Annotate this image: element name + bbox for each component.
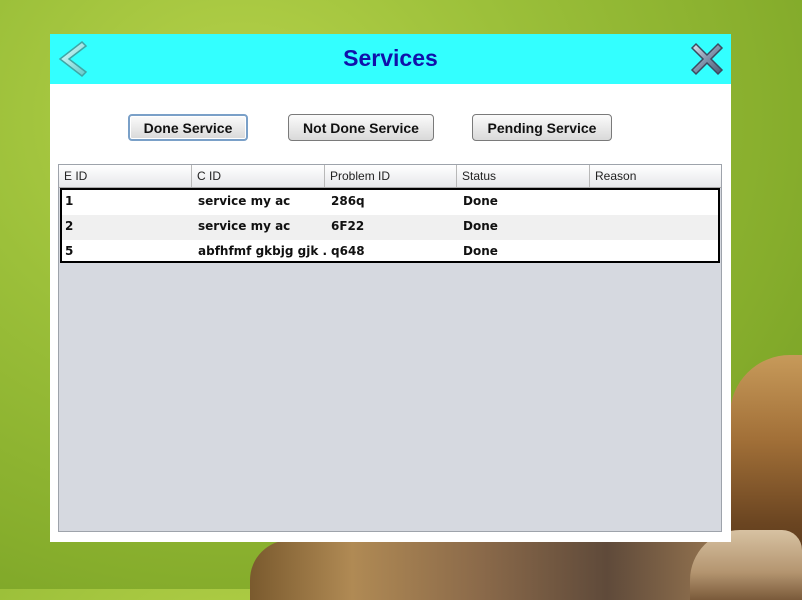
cell-problem-id: 286q	[331, 194, 365, 208]
table-row[interactable]: 1 service my ac 286q Done	[62, 190, 718, 215]
cell-reason	[593, 190, 718, 215]
services-table: E ID C ID Problem ID Status Reason 1 ser…	[58, 164, 722, 532]
column-header-c-id[interactable]: C ID	[192, 165, 325, 187]
done-service-button[interactable]: Done Service	[128, 114, 248, 141]
page-title: Services	[343, 45, 438, 71]
column-header-status[interactable]: Status	[457, 165, 590, 187]
cell-problem-id: q648	[331, 244, 365, 258]
services-window: Services Done Service Not Done Service P…	[50, 34, 731, 542]
pending-service-button[interactable]: Pending Service	[472, 114, 612, 141]
cell-c-id: service my ac	[198, 219, 291, 233]
cell-status: Done	[463, 244, 498, 258]
cell-c-id: abfhfmf gkbjg gjk ...	[198, 244, 327, 258]
close-x-icon	[690, 42, 724, 76]
background-paws	[250, 540, 760, 600]
column-header-e-id[interactable]: E ID	[59, 165, 192, 187]
cell-reason	[593, 215, 718, 240]
cell-status: Done	[463, 219, 498, 233]
cell-reason	[593, 240, 718, 265]
table-body: 1 service my ac 286q Done 2 service my a…	[60, 188, 720, 263]
cell-e-id: 5	[65, 244, 74, 258]
close-button[interactable]	[686, 38, 728, 80]
cell-e-id: 2	[65, 219, 74, 233]
not-done-service-button[interactable]: Not Done Service	[288, 114, 434, 141]
table-header: E ID C ID Problem ID Status Reason	[59, 165, 721, 188]
cell-status: Done	[463, 194, 498, 208]
title-bar: Services	[50, 34, 731, 84]
table-row[interactable]: 2 service my ac 6F22 Done	[62, 215, 718, 240]
column-header-reason[interactable]: Reason	[590, 165, 721, 187]
column-header-problem-id[interactable]: Problem ID	[325, 165, 457, 187]
cell-problem-id: 6F22	[331, 219, 365, 233]
cell-e-id: 1	[65, 194, 74, 208]
cell-c-id: service my ac	[198, 194, 291, 208]
table-row[interactable]: 5 abfhfmf gkbjg gjk ... q648 Done	[62, 240, 718, 265]
